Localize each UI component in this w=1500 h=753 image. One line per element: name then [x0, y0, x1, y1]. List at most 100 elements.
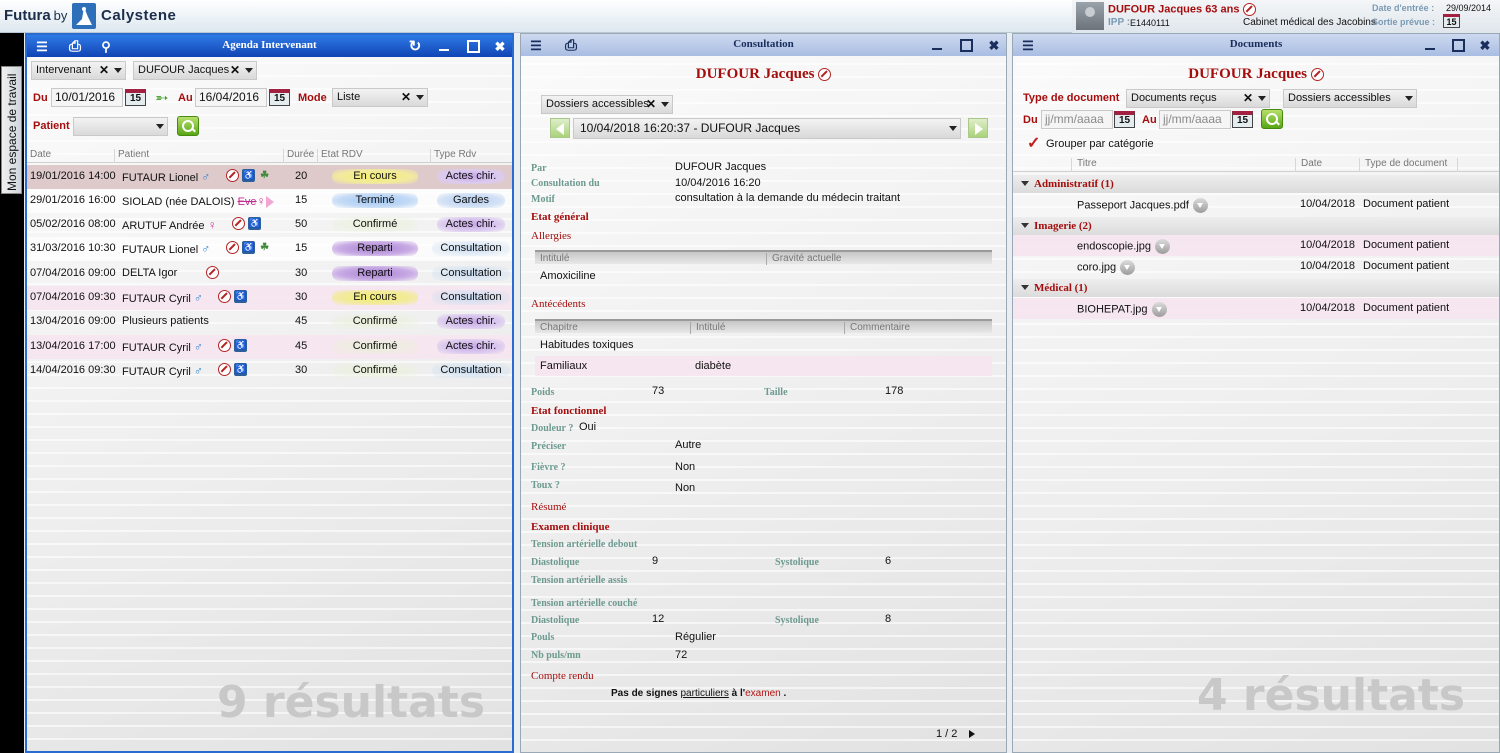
consult-du-value: 10/04/2016 16:20	[675, 177, 761, 189]
minimize-icon[interactable]	[1422, 37, 1438, 53]
table-row[interactable]: 14/04/2016 09:30 FUTAUR Cyril ♂ ♿ 30 Con…	[27, 359, 512, 383]
group-administratif[interactable]: Administratif (1)	[1013, 175, 1499, 193]
calendar-icon[interactable]: 15	[1114, 111, 1135, 128]
du-date-input[interactable]: jj/mm/aaaa	[1041, 110, 1113, 129]
swap-arrow-icon[interactable]	[155, 88, 175, 108]
au-date-input[interactable]: 16/04/2016	[195, 88, 267, 107]
table-row[interactable]: 07/04/2016 09:00 DELTA Igor 30 Reparti C…	[27, 262, 512, 286]
close-icon[interactable]	[492, 38, 508, 54]
poids-value: 73	[652, 385, 665, 397]
douleur-label: Douleur ?	[531, 423, 574, 434]
table-row[interactable]: Familiaux diabète	[535, 356, 992, 376]
wheelchair-icon: ♿	[242, 169, 256, 182]
group-icon: ☘	[260, 170, 270, 181]
agenda-result-count: 9 résultats	[217, 677, 486, 728]
col-date[interactable]: Date	[1295, 158, 1322, 172]
list-item[interactable]: endoscopie.jpg 10/04/2018 Document patie…	[1013, 235, 1499, 256]
minimize-icon[interactable]	[436, 38, 452, 54]
col-duree[interactable]: Durée	[283, 149, 314, 163]
group-by-category[interactable]: Grouper par catégorie	[1046, 138, 1154, 150]
col-etat[interactable]: Etat RDV	[317, 149, 363, 163]
type-badge: Consultation	[432, 241, 510, 256]
calendar-icon[interactable]: 15	[1443, 14, 1460, 28]
chevron-down-icon	[1405, 96, 1413, 101]
table-row[interactable]: Habitudes toxiques	[535, 335, 992, 355]
col-titre[interactable]: Titre	[1071, 158, 1097, 172]
consultation-select[interactable]: 10/04/2018 16:20:37 - DUFOUR Jacques	[573, 118, 961, 139]
patient-header[interactable]: DUFOUR Jacques 63 ans IPP : E1440111 Cab…	[1072, 0, 1500, 33]
download-icon[interactable]	[1192, 198, 1208, 213]
ta-couche-label: Tension artérielle couché	[531, 598, 638, 609]
calendar-icon[interactable]: 15	[269, 89, 290, 106]
col-patient[interactable]: Patient	[114, 149, 149, 163]
etat-fonctionnel-section: Etat fonctionnel	[531, 405, 607, 417]
list-item[interactable]: Passeport Jacques.pdf 10/04/2018 Documen…	[1013, 194, 1499, 215]
minimize-icon[interactable]	[929, 37, 945, 53]
download-icon[interactable]	[1151, 302, 1167, 317]
documents-search-button[interactable]	[1261, 109, 1283, 129]
calendar-icon[interactable]: 15	[1232, 111, 1253, 128]
fievre-value: Non	[675, 461, 696, 473]
table-row[interactable]: 31/03/2016 10:30 FUTAUR Lionel ♂ ♿ ☘ 15 …	[27, 237, 512, 261]
col-type[interactable]: Type Rdv	[430, 149, 476, 163]
col-date[interactable]: Date	[27, 149, 51, 163]
systolique-label: Systolique	[775, 557, 819, 568]
type-badge: Consultation	[432, 266, 510, 281]
mode-combo[interactable]: Liste ✕	[332, 88, 428, 107]
documents-result-count: 4 résultats	[1197, 670, 1466, 721]
status-badge: En cours	[332, 290, 418, 305]
consultation-titlebar: Consultation	[521, 34, 1006, 56]
no-entry-icon	[218, 363, 231, 376]
dossiers-combo[interactable]: Dossiers accessibles ✕	[541, 95, 673, 114]
au-label: Au	[1142, 114, 1157, 126]
table-row[interactable]: 07/04/2016 09:30 FUTAUR Cyril ♂ ♿ 30 En …	[27, 286, 512, 310]
previous-arrow-icon[interactable]	[550, 118, 570, 138]
col-type[interactable]: Type de document	[1359, 158, 1447, 172]
group-medical[interactable]: Médical (1)	[1013, 279, 1499, 297]
checkmark-icon[interactable]: ✓	[1027, 133, 1040, 153]
maximize-icon[interactable]	[1450, 37, 1466, 53]
allergies-table-header: Intitulé Gravité actuelle	[535, 250, 992, 265]
table-row[interactable]: 05/02/2016 08:00 ARUTUF Andrée ♀ ♿ 50 Co…	[27, 213, 512, 237]
next-arrow-icon[interactable]	[968, 118, 988, 138]
du-date-input[interactable]: 10/01/2016	[51, 88, 123, 107]
cabinet-name: Cabinet médical des Jacobins	[1243, 17, 1376, 28]
maximize-icon[interactable]	[958, 37, 974, 53]
du-label: Du	[1023, 114, 1038, 126]
type-document-combo[interactable]: Documents reçus ✕	[1126, 89, 1270, 108]
systolique-label: Systolique	[775, 615, 819, 626]
list-item[interactable]: BIOHEPAT.jpg 10/04/2018 Document patient	[1013, 298, 1499, 319]
next-page-icon[interactable]	[969, 730, 976, 739]
table-row[interactable]: 19/01/2016 14:00 FUTAUR Lionel ♂ ♿ ☘ 20 …	[27, 165, 512, 189]
table-row[interactable]: 13/04/2016 17:00 FUTAUR Cyril ♂ ♿ 45 Con…	[27, 335, 512, 359]
agenda-search-button[interactable]	[177, 116, 199, 136]
close-icon[interactable]	[1477, 37, 1493, 53]
exit-date-label: Sortie prévue :	[1372, 17, 1436, 27]
refresh-icon[interactable]	[407, 38, 423, 54]
table-row[interactable]: 13/04/2016 09:00 Plusieurs patients 45 C…	[27, 310, 512, 334]
ta-debout-label: Tension artérielle debout	[531, 539, 638, 550]
male-icon: ♂	[193, 291, 203, 305]
download-icon[interactable]	[1155, 239, 1171, 254]
collapse-icon	[1021, 285, 1029, 290]
mode-label: Mode	[298, 92, 327, 104]
close-icon[interactable]	[986, 37, 1002, 53]
table-row[interactable]: Amoxiciline	[535, 266, 992, 286]
male-icon: ♂	[201, 170, 211, 184]
compte-rendu-text: Pas de signes particuliers à l'examen .	[611, 688, 787, 699]
maximize-icon[interactable]	[465, 38, 481, 54]
agenda-titlebar: Agenda Intervenant	[27, 35, 512, 57]
workspace-tab[interactable]: Mon espace de travail	[1, 66, 22, 194]
etat-general-section: Etat général	[531, 211, 589, 223]
group-imagerie[interactable]: Imagerie (2)	[1013, 217, 1499, 235]
calendar-icon[interactable]: 15	[125, 89, 146, 106]
table-row[interactable]: 29/01/2016 16:00 SIOLAD (née DALOIS) Eve…	[27, 189, 512, 213]
par-label: Par	[531, 163, 547, 174]
list-item[interactable]: coro.jpg 10/04/2018 Document patient	[1013, 256, 1499, 277]
person-combo[interactable]: DUFOUR Jacques ✕	[133, 61, 257, 80]
download-icon[interactable]	[1120, 260, 1136, 275]
patient-combo[interactable]	[73, 117, 168, 136]
intervenant-combo[interactable]: Intervenant ✕	[31, 61, 126, 80]
dossiers-combo[interactable]: Dossiers accessibles	[1283, 89, 1417, 108]
au-date-input[interactable]: jj/mm/aaaa	[1159, 110, 1231, 129]
